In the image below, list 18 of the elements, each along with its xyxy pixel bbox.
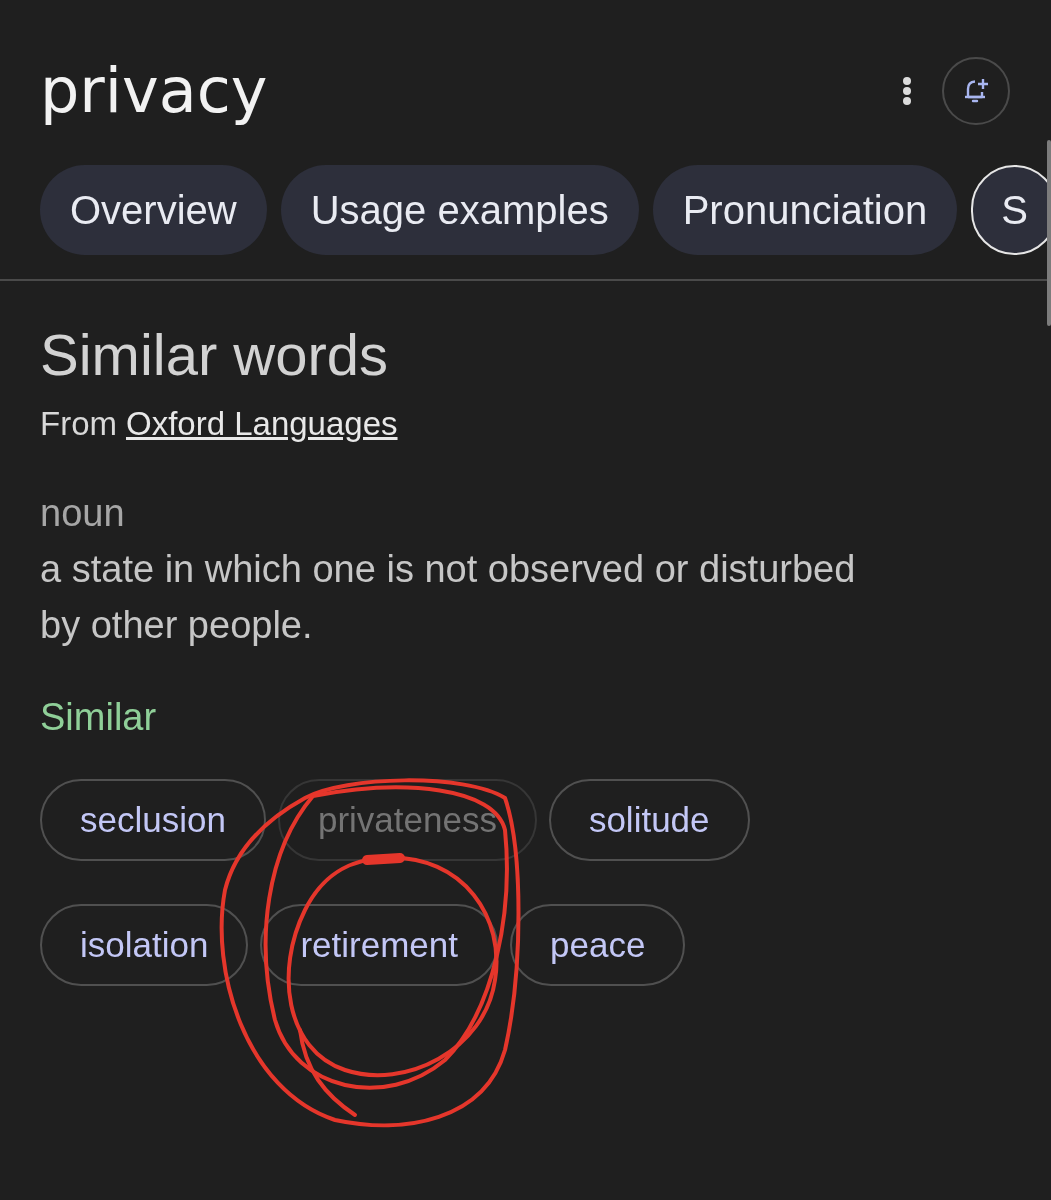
- more-options-icon[interactable]: [902, 76, 912, 106]
- similar-word-chip[interactable]: isolation: [40, 904, 249, 986]
- similar-word-chip[interactable]: solitude: [548, 779, 750, 861]
- scrollbar-thumb[interactable]: [1047, 140, 1051, 326]
- part-of-speech: noun: [40, 491, 126, 536]
- definition-text: a state in which one is not observed or disturbed by other people.: [40, 547, 857, 648]
- similar-word-chip[interactable]: retirement: [260, 904, 498, 986]
- section-heading: Similar words: [40, 323, 390, 387]
- similar-word-chip[interactable]: seclusion: [40, 779, 266, 861]
- similar-label: Similar: [40, 695, 158, 740]
- similar-word-chip[interactable]: peace: [510, 904, 686, 986]
- tab[interactable]: Pronunciation: [652, 165, 958, 255]
- tab[interactable]: Usage examples: [280, 165, 639, 255]
- source-link[interactable]: Oxford Languages: [126, 402, 398, 446]
- source-prefix: From: [40, 404, 117, 444]
- page-title: privacy: [40, 53, 268, 129]
- bell-plus-button[interactable]: [942, 57, 1010, 125]
- tab[interactable]: Overview: [40, 165, 267, 255]
